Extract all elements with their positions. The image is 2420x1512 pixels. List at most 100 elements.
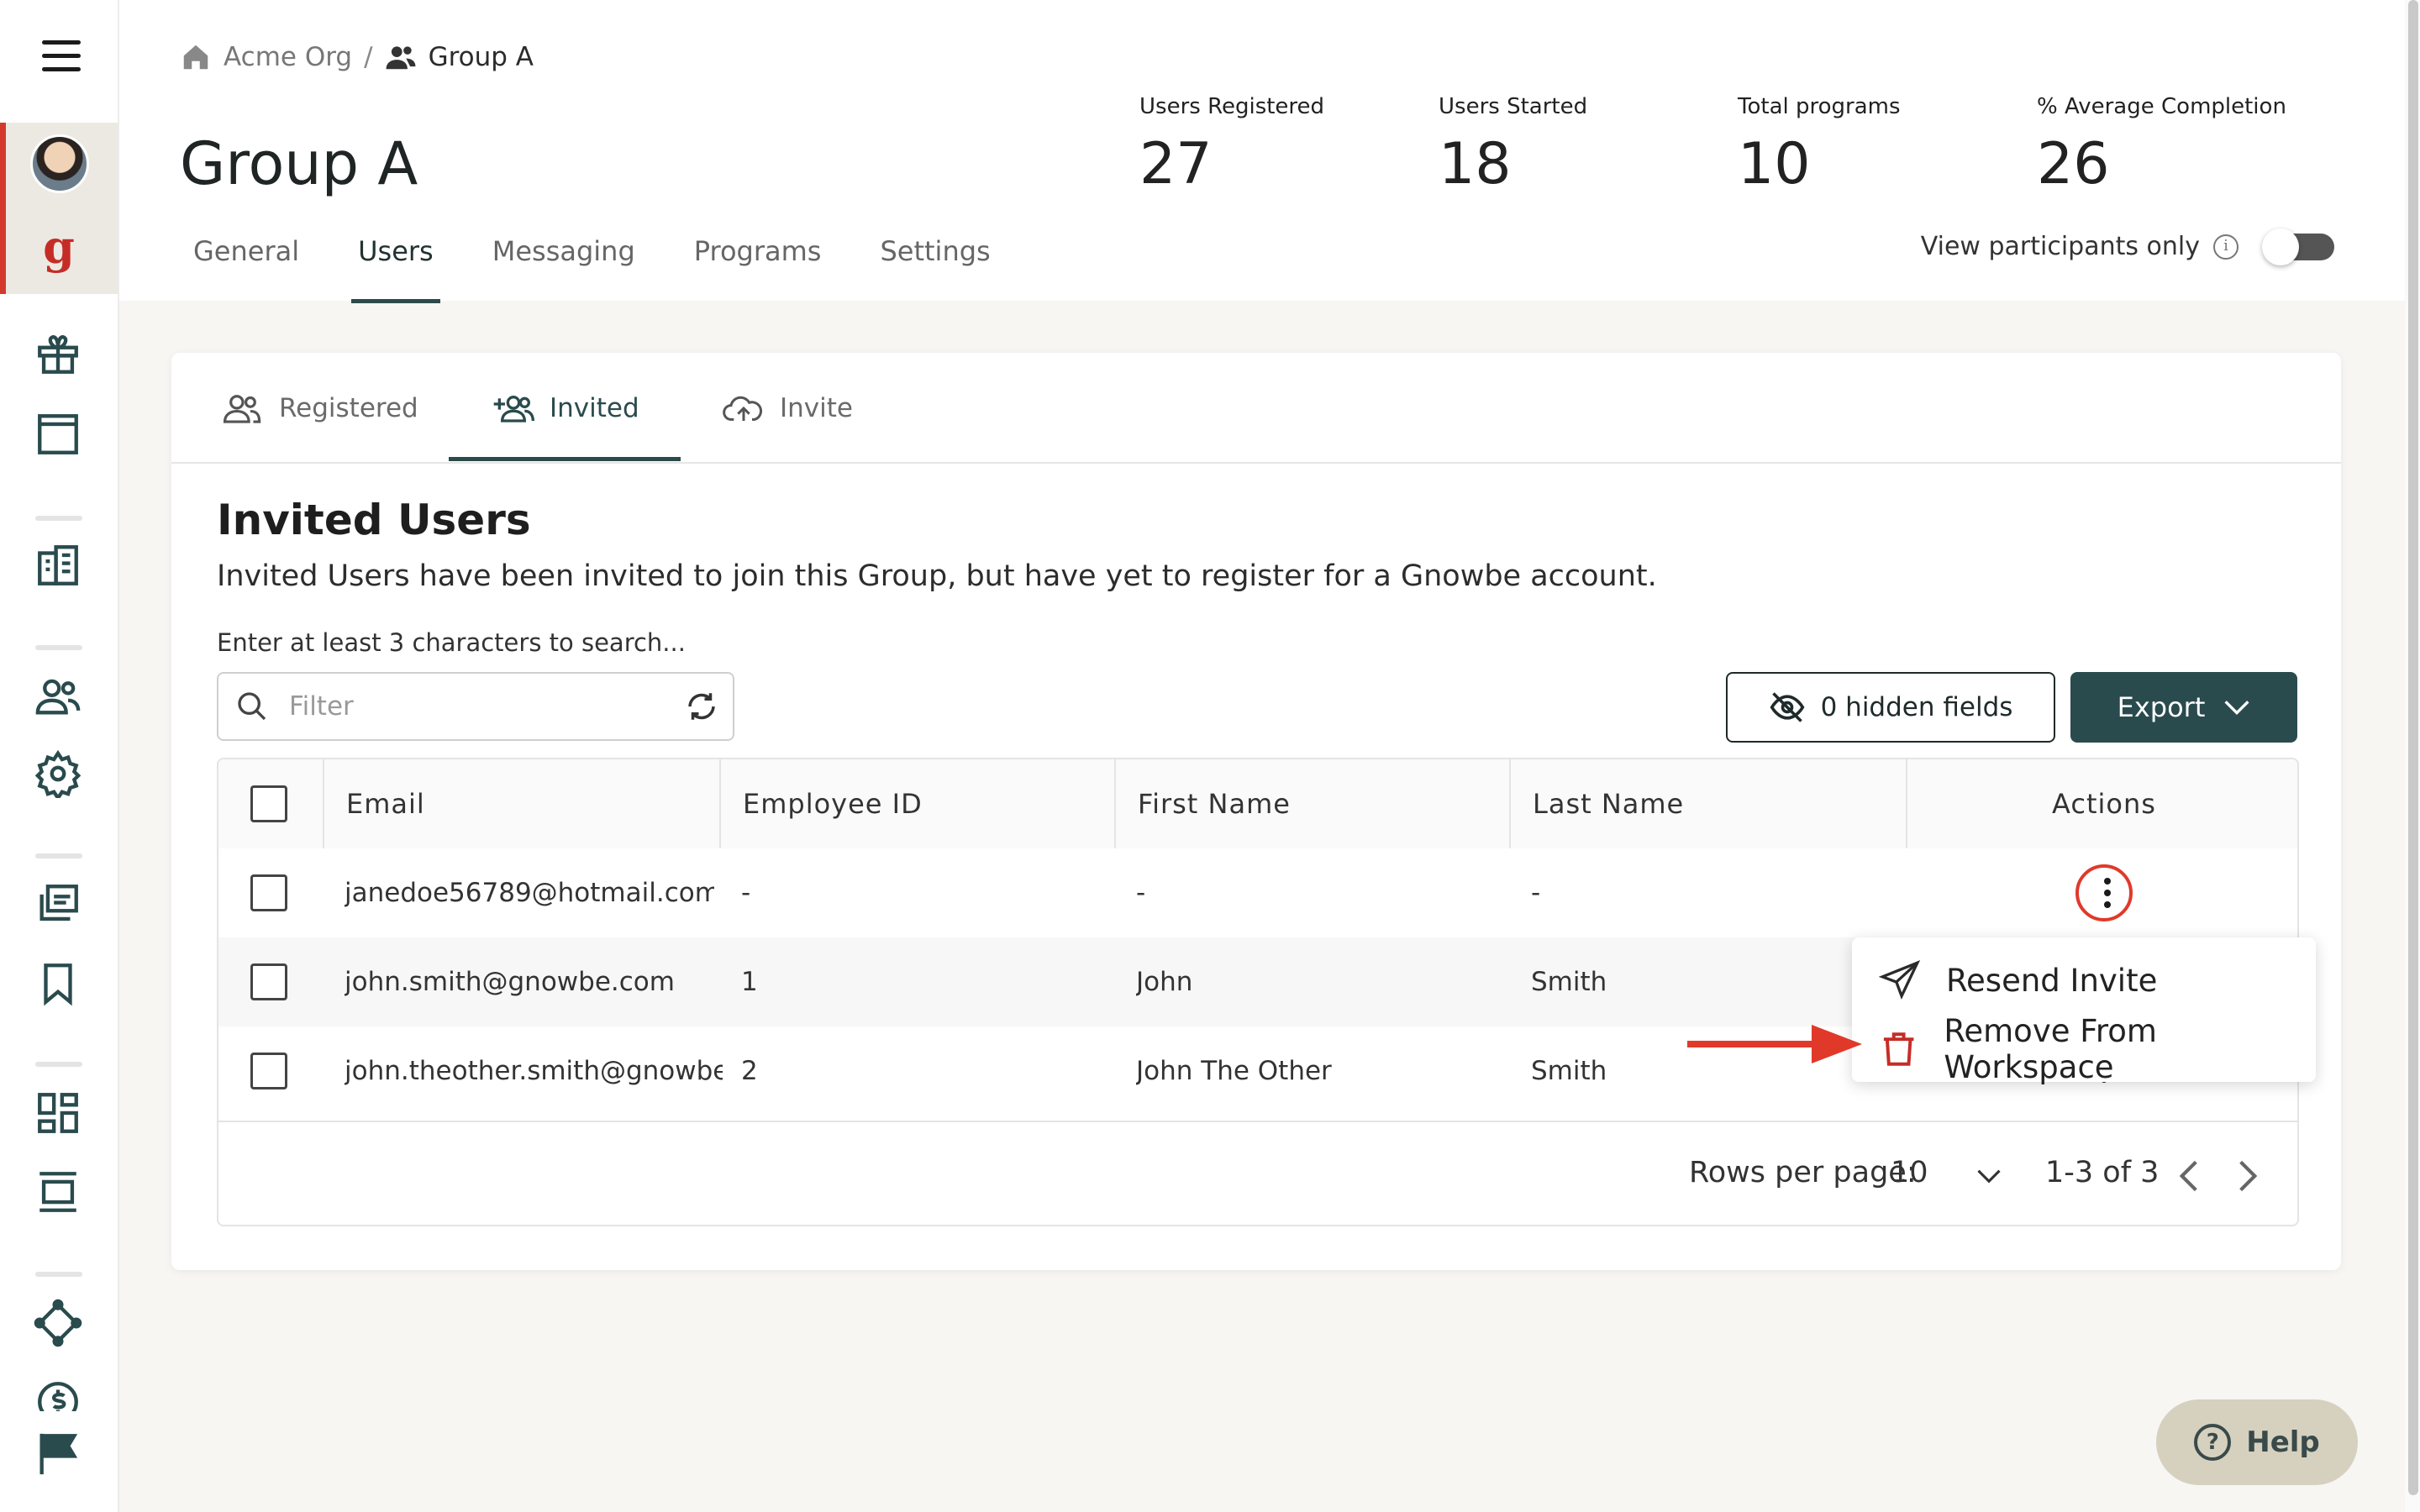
rows-per-page-select[interactable]: 10 — [1891, 1156, 1928, 1189]
tab-messaging[interactable]: Messaging — [486, 232, 642, 267]
row-checkbox[interactable] — [250, 874, 287, 911]
tab-programs[interactable]: Programs — [687, 232, 829, 267]
integrations-icon[interactable] — [34, 1299, 82, 1347]
refresh-icon[interactable] — [684, 689, 719, 724]
table-pagination: Rows per page: 10 1-3 of 3 — [218, 1121, 2297, 1225]
section-description: Invited Users have been invited to join … — [217, 559, 1657, 593]
page-header: Acme Org / Group A Group A Users Registe… — [119, 0, 2420, 303]
stat-value: 26 — [2037, 131, 2110, 197]
rows-per-page-label: Rows per page: — [1689, 1156, 1917, 1189]
side-nav: g — [0, 0, 119, 1512]
row-actions-menu: Resend Invite Remove From Workspace — [1852, 937, 2316, 1085]
remove-from-workspace-item[interactable]: Remove From Workspace — [1879, 1013, 2316, 1085]
stat-label: Total programs — [1738, 94, 1901, 119]
stat-label: Users Registered — [1139, 94, 1325, 119]
column-first-name[interactable]: First Name — [1114, 759, 1509, 848]
gnowbe-logo-icon[interactable]: g — [34, 223, 84, 274]
subtab-label: Registered — [279, 393, 418, 423]
column-email[interactable]: Email — [323, 759, 719, 848]
tab-settings[interactable]: Settings — [873, 232, 997, 267]
active-subtab-indicator — [449, 457, 681, 461]
stat-users-registered: Users Registered 27 — [1139, 94, 1439, 197]
column-employee-id[interactable]: Employee ID — [719, 759, 1114, 848]
row-actions-button[interactable] — [2075, 864, 2133, 921]
chevron-down-icon[interactable] — [1976, 1168, 2002, 1184]
cell-last-name: Smith — [1531, 967, 1607, 997]
row-checkbox[interactable] — [250, 1053, 287, 1089]
export-button[interactable]: Export — [2070, 672, 2297, 743]
eye-off-icon — [1770, 692, 1805, 722]
layout-icon[interactable] — [34, 1168, 82, 1216]
help-label: Help — [2246, 1425, 2320, 1459]
users-icon — [223, 395, 261, 423]
bookmark-icon[interactable] — [34, 959, 82, 1008]
page-scrollbar[interactable] — [2405, 0, 2420, 1512]
column-actions: Actions — [1906, 759, 2297, 848]
library-icon[interactable] — [34, 880, 82, 929]
export-label: Export — [2117, 691, 2206, 723]
breadcrumb-group: Group A — [428, 42, 534, 72]
home-icon[interactable] — [180, 41, 212, 73]
chevron-left-icon[interactable] — [2176, 1159, 2202, 1193]
rail-divider — [35, 853, 82, 858]
column-last-name[interactable]: Last Name — [1509, 759, 1906, 848]
cell-email: janedoe56789@hotmail.com — [345, 878, 714, 908]
select-all-checkbox[interactable] — [250, 785, 287, 822]
billing-icon[interactable] — [34, 1378, 82, 1411]
rail-divider — [35, 645, 82, 650]
subtab-registered[interactable]: Registered — [222, 383, 418, 433]
hidden-fields-button[interactable]: 0 hidden fields — [1726, 672, 2055, 743]
stat-average-completion: % Average Completion 26 — [2037, 94, 2336, 197]
tab-general[interactable]: General — [187, 232, 306, 267]
filter-input[interactable] — [287, 690, 660, 722]
cell-email: john.smith@gnowbe.com — [345, 967, 675, 997]
section-title: Invited Users — [217, 496, 531, 544]
view-participants-toggle[interactable] — [2262, 228, 2334, 265]
chevron-down-icon — [2224, 701, 2249, 716]
stat-label: % Average Completion — [2037, 94, 2286, 119]
building-icon[interactable] — [34, 541, 82, 590]
gift-icon[interactable] — [34, 329, 82, 378]
group-icon — [386, 46, 415, 70]
rail-divider — [35, 1272, 82, 1277]
users-icon[interactable] — [34, 672, 82, 721]
scrollbar-thumb[interactable] — [2408, 0, 2418, 1495]
rail-divider — [35, 516, 82, 521]
stats-summary: Users Registered 27 Users Started 18 Tot… — [1139, 94, 2336, 197]
chevron-right-icon[interactable] — [2235, 1159, 2260, 1193]
group-tabs: General Users Messaging Programs Setting… — [187, 232, 1043, 303]
help-button[interactable]: ? Help — [2156, 1399, 2358, 1485]
cell-first-name: - — [1136, 878, 1146, 908]
dashboard-icon[interactable] — [34, 1089, 82, 1137]
annotation-arrow-icon — [1687, 1025, 1862, 1063]
search-hint: Enter at least 3 characters to search... — [217, 628, 686, 657]
subtab-invite[interactable]: Invite — [723, 383, 853, 433]
info-icon[interactable]: i — [2213, 234, 2238, 260]
trash-icon — [1883, 1032, 1914, 1066]
menu-icon[interactable] — [42, 40, 81, 74]
search-icon — [238, 692, 266, 721]
row-checkbox[interactable] — [250, 963, 287, 1000]
stat-users-started: Users Started 18 — [1439, 94, 1738, 197]
view-participants-label: View participants only — [1920, 232, 2200, 261]
breadcrumb-org[interactable]: Acme Org — [224, 42, 352, 72]
flag-icon[interactable] — [34, 1430, 82, 1478]
question-icon: ? — [2194, 1424, 2232, 1461]
subtab-label: Invite — [780, 393, 853, 423]
calendar-icon[interactable] — [34, 410, 82, 459]
gear-icon[interactable] — [34, 749, 82, 801]
tab-users[interactable]: Users — [351, 232, 440, 303]
active-indicator — [0, 123, 6, 294]
add-users-icon — [493, 396, 534, 423]
stat-value: 27 — [1139, 131, 1213, 197]
stat-total-programs: Total programs 10 — [1738, 94, 2037, 197]
view-participants-only: View participants only i — [1920, 228, 2334, 265]
remove-from-workspace-label: Remove From Workspace — [1944, 1013, 2157, 1085]
cell-last-name: - — [1531, 878, 1541, 908]
table-header: Email Employee ID First Name Last Name A… — [218, 759, 2297, 848]
resend-invite-item[interactable]: Resend Invite — [1879, 951, 2157, 1010]
rail-divider — [35, 1062, 82, 1067]
cloud-upload-icon — [723, 396, 763, 421]
avatar[interactable] — [30, 134, 89, 193]
subtab-invited[interactable]: Invited — [492, 383, 639, 433]
